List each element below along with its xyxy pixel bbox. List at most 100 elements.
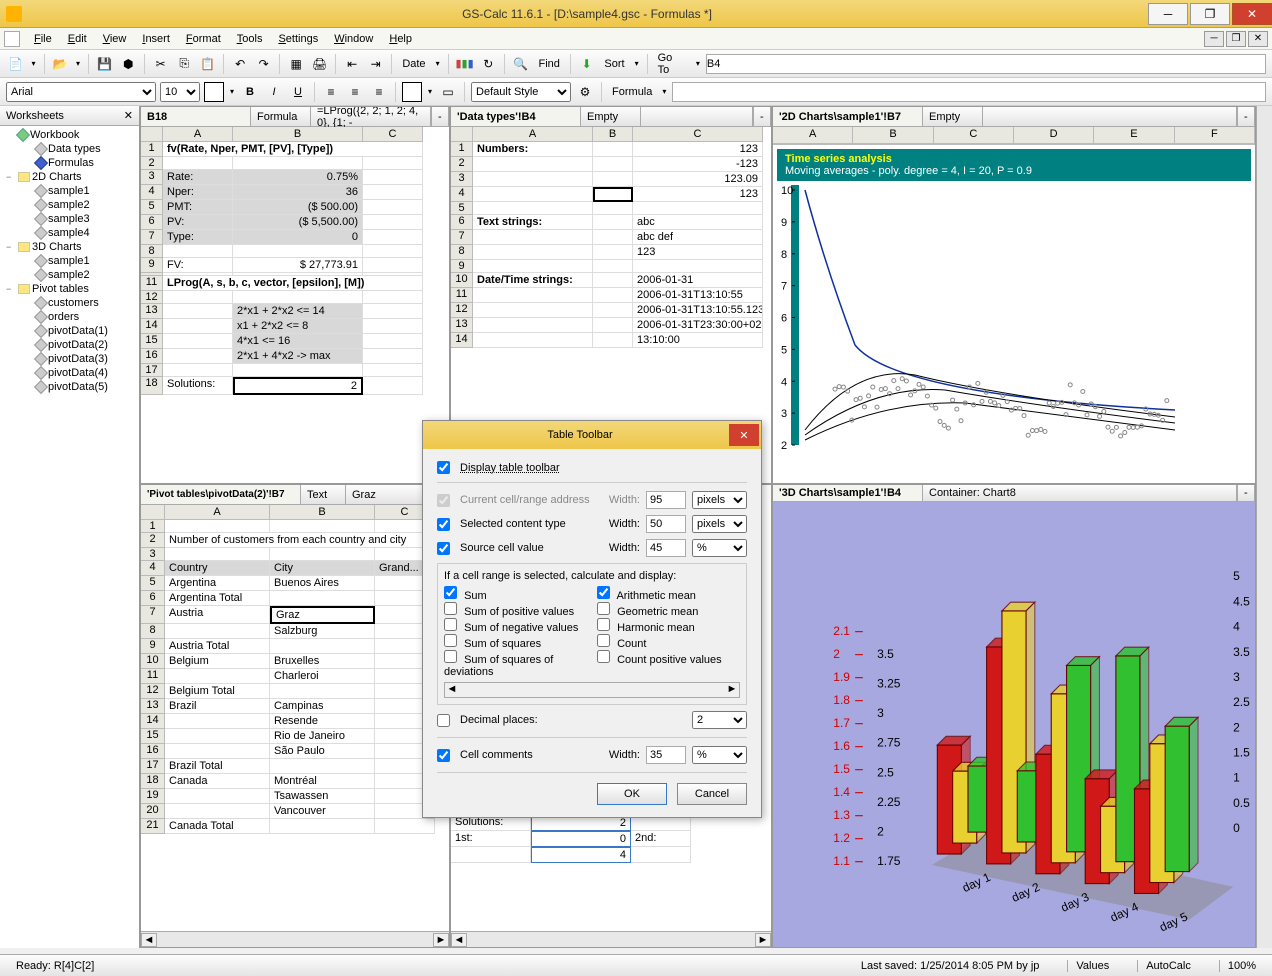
grid-formulas[interactable]: ABC1fv(Rate, Nper, PMT, [PV], [Type])23R… xyxy=(141,127,449,483)
tree-item[interactable]: sample3 xyxy=(2,212,137,226)
formula-label[interactable]: Formula xyxy=(608,86,656,98)
font-color-dropdown[interactable]: ▾ xyxy=(228,87,236,96)
worksheet-tree[interactable]: WorkbookData typesFormulas−2D Chartssamp… xyxy=(0,126,139,948)
display-toolbar-checkbox[interactable] xyxy=(437,461,450,474)
hscrollbar[interactable]: ◄► xyxy=(451,931,771,947)
cellref[interactable]: 'Pivot tables\pivotData(2)'!B7 xyxy=(141,485,301,504)
menu-help[interactable]: Help xyxy=(381,30,420,48)
status-autocalc[interactable]: AutoCalc xyxy=(1137,960,1199,972)
calc-checkbox[interactable] xyxy=(597,586,610,599)
app-menu-icon[interactable] xyxy=(4,31,20,47)
find-icon[interactable]: 🔍 xyxy=(511,54,531,74)
mdi-restore-button[interactable]: ❐ xyxy=(1226,31,1246,47)
comments-checkbox[interactable] xyxy=(437,749,450,762)
opt-checkbox[interactable] xyxy=(437,518,450,531)
unit-select[interactable]: pixels xyxy=(692,515,747,533)
save-icon[interactable]: 💾 xyxy=(95,54,115,74)
menu-window[interactable]: Window xyxy=(326,30,381,48)
font-select[interactable]: Arial xyxy=(6,82,156,102)
tree-item[interactable]: −Pivot tables xyxy=(2,282,137,296)
cancel-button[interactable]: Cancel xyxy=(677,783,747,805)
width-input[interactable] xyxy=(646,515,686,533)
decimal-select[interactable]: 2 xyxy=(692,711,747,729)
calc-checkbox[interactable] xyxy=(597,634,610,647)
tree-item[interactable]: sample1 xyxy=(2,184,137,198)
group-hscroll[interactable]: ◄► xyxy=(444,682,740,698)
tree-item[interactable]: pivotData(3) xyxy=(2,352,137,366)
status-values[interactable]: Values xyxy=(1067,960,1117,972)
new-dropdown[interactable]: ▾ xyxy=(30,59,38,68)
calc-checkbox[interactable] xyxy=(597,650,610,663)
paste-icon[interactable]: 📋 xyxy=(198,54,218,74)
tree-item[interactable]: orders xyxy=(2,310,137,324)
tree-item[interactable]: pivotData(4) xyxy=(2,366,137,380)
comments-width-input[interactable] xyxy=(646,746,686,764)
calc-checkbox[interactable] xyxy=(444,650,457,663)
italic-icon[interactable]: I xyxy=(264,82,284,102)
menu-settings[interactable]: Settings xyxy=(270,30,326,48)
print-icon[interactable]: 🖨 xyxy=(310,54,330,74)
link-fwd-icon[interactable]: ⇥ xyxy=(366,54,386,74)
chart-icon[interactable]: ▮▮▮ xyxy=(455,54,475,74)
tree-item[interactable]: Data types xyxy=(2,142,137,156)
cellref[interactable]: B18 xyxy=(141,107,251,126)
sort-icon[interactable]: ⬇ xyxy=(577,54,597,74)
panel-close-icon[interactable]: ✕ xyxy=(124,109,133,122)
menu-tools[interactable]: Tools xyxy=(229,30,271,48)
fill-color-dropdown[interactable]: ▾ xyxy=(426,87,434,96)
redo-icon[interactable]: ↷ xyxy=(254,54,274,74)
copy-icon[interactable]: ⎘ xyxy=(174,54,194,74)
opt-checkbox[interactable] xyxy=(437,494,450,507)
menu-insert[interactable]: Insert xyxy=(134,30,178,48)
tree-item[interactable]: sample1 xyxy=(2,254,137,268)
tree-item[interactable]: sample2 xyxy=(2,268,137,282)
tree-item[interactable]: Formulas xyxy=(2,156,137,170)
formula-input[interactable] xyxy=(672,82,1266,102)
calc-checkbox[interactable] xyxy=(597,602,610,615)
mdi-close-button[interactable]: ✕ xyxy=(1248,31,1268,47)
borders-icon[interactable]: ▭ xyxy=(438,82,458,102)
open-dropdown[interactable]: ▾ xyxy=(74,59,82,68)
underline-icon[interactable]: U xyxy=(288,82,308,102)
mdi-vscrollbar[interactable] xyxy=(1256,106,1272,948)
menu-edit[interactable]: Edit xyxy=(60,30,95,48)
calc-checkbox[interactable] xyxy=(444,602,457,615)
refresh-icon[interactable]: ↻ xyxy=(479,54,499,74)
save-as-icon[interactable]: ⬢ xyxy=(118,54,138,74)
pane-dash[interactable]: - xyxy=(431,107,449,126)
style-select[interactable]: Default Style xyxy=(471,82,571,102)
new-icon[interactable]: 📄 xyxy=(6,54,26,74)
status-zoom[interactable]: 100% xyxy=(1219,960,1264,972)
calc-checkbox[interactable] xyxy=(444,634,457,647)
tree-item[interactable]: pivotData(2) xyxy=(2,338,137,352)
font-color-icon[interactable] xyxy=(204,82,224,102)
calc-checkbox[interactable] xyxy=(444,618,457,631)
undo-icon[interactable]: ↶ xyxy=(230,54,250,74)
menu-view[interactable]: View xyxy=(95,30,135,48)
goto-input[interactable] xyxy=(706,54,1266,74)
ok-button[interactable]: OK xyxy=(597,783,667,805)
calc-checkbox[interactable] xyxy=(444,586,457,599)
date-dropdown[interactable]: ▾ xyxy=(434,59,442,68)
size-select[interactable]: 10 xyxy=(160,82,200,102)
sort-button[interactable]: Sort xyxy=(600,58,628,70)
width-input[interactable] xyxy=(646,491,686,509)
grid-pivot[interactable]: ABC12Number of customers from each count… xyxy=(141,505,449,931)
goto-button[interactable]: Go To xyxy=(654,52,690,76)
tree-item[interactable]: sample4 xyxy=(2,226,137,240)
tree-item[interactable]: −2D Charts xyxy=(2,170,137,184)
date-button[interactable]: Date xyxy=(398,58,429,70)
find-button[interactable]: Find xyxy=(535,58,564,70)
fill-color-icon[interactable] xyxy=(402,82,422,102)
align-center-icon[interactable]: ≡ xyxy=(345,82,365,102)
align-right-icon[interactable]: ≡ xyxy=(369,82,389,102)
minimize-button[interactable]: ─ xyxy=(1148,3,1188,25)
tree-item[interactable]: −3D Charts xyxy=(2,240,137,254)
tree-item[interactable]: Workbook xyxy=(2,128,137,142)
hscrollbar[interactable]: ◄► xyxy=(141,931,449,947)
comments-unit-select[interactable]: % xyxy=(692,746,747,764)
unit-select[interactable]: pixels xyxy=(692,491,747,509)
menu-file[interactable]: File xyxy=(26,30,60,48)
calc-checkbox[interactable] xyxy=(597,618,610,631)
pane-dash[interactable]: - xyxy=(753,107,771,126)
